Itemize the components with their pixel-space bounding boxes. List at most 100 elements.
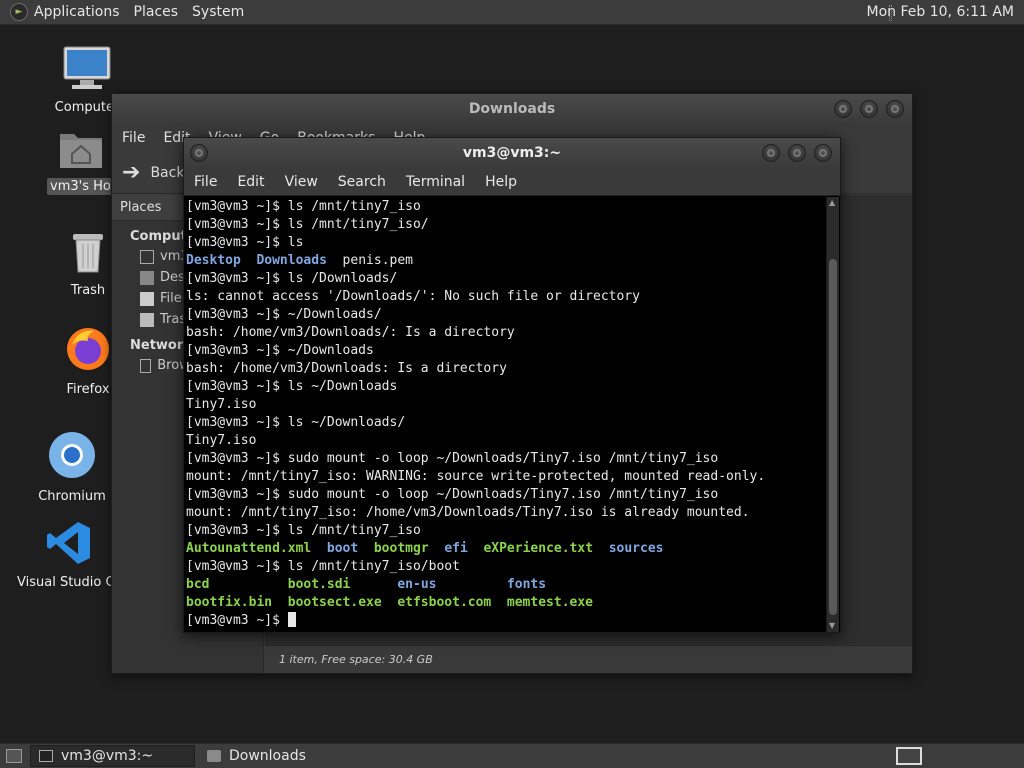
terminal-titlebar[interactable]: vm3@vm3:~: [184, 138, 840, 168]
minimize-button[interactable]: [762, 144, 780, 162]
status-bar: 1 item, Free space: 30.4 GB: [265, 645, 912, 673]
circle-icon: [195, 149, 203, 157]
menu-places[interactable]: Places: [134, 4, 179, 20]
menu-file[interactable]: File: [194, 174, 217, 190]
circle-icon: [865, 105, 873, 113]
terminal-text: fonts: [506, 577, 547, 592]
terminal-text: Tiny7.iso: [186, 433, 257, 448]
taskbar-item-downloads[interactable]: Downloads: [199, 745, 364, 767]
terminal-text: [vm3@vm3 ~]$: [186, 613, 288, 628]
terminal-text: [vm3@vm3 ~]$ ls /mnt/tiny7_iso: [186, 523, 421, 538]
taskbar-item-terminal[interactable]: vm3@vm3:~: [30, 745, 195, 767]
terminal-window[interactable]: vm3@vm3:~ File Edit View Search Terminal…: [183, 137, 841, 633]
terminal-text: [vm3@vm3 ~]$ ls: [186, 235, 304, 250]
terminal-line: [vm3@vm3 ~]$ ls ~/Downloads: [186, 378, 827, 396]
circle-icon: [793, 149, 801, 157]
scrollbar-thumb[interactable]: [829, 259, 837, 615]
menu-edit[interactable]: Edit: [237, 174, 264, 190]
terminal-line: bash: /home/vm3/Downloads: Is a director…: [186, 360, 827, 378]
terminal-text: en-us: [397, 577, 437, 592]
terminal-scrollbar[interactable]: ▲ ▼: [826, 197, 839, 632]
terminal-line: [vm3@vm3 ~]$ ~/Downloads/: [186, 306, 827, 324]
bottom-panel: vm3@vm3:~ Downloads: [0, 743, 1024, 768]
chromium-icon: [49, 432, 95, 478]
menu-terminal[interactable]: Terminal: [406, 174, 465, 190]
terminal-text: bootfix.bin: [186, 595, 273, 610]
clock[interactable]: Mon Feb 10, 6:11 AM: [867, 4, 1014, 20]
menu-help[interactable]: Help: [485, 174, 517, 190]
terminal-text: Autounattend.xml: [186, 541, 312, 556]
desktop-icon-home[interactable]: vm3's Home: [47, 128, 135, 195]
circle-icon: [767, 149, 775, 157]
desktop-icon-label: Chromium: [38, 489, 106, 504]
computer-icon: [63, 46, 111, 89]
terminal-text: [vm3@vm3 ~]$ ls /mnt/tiny7_iso/: [186, 217, 429, 232]
terminal-line: [vm3@vm3 ~]$: [186, 612, 827, 630]
terminal-line: [vm3@vm3 ~]$ ls /mnt/tiny7_iso: [186, 198, 827, 216]
terminal-text: [vm3@vm3 ~]$ ls /mnt/tiny7_iso: [186, 199, 421, 214]
terminal-line: bootfix.bin bootsect.exe etfsboot.com me…: [186, 594, 827, 612]
back-arrow-icon[interactable]: ➔: [122, 160, 140, 185]
terminal-cursor: [287, 612, 296, 627]
terminal-menubar: File Edit View Search Terminal Help: [184, 168, 840, 196]
taskbar-item-label: Downloads: [229, 748, 306, 764]
menu-system[interactable]: System: [192, 4, 244, 20]
menu-applications[interactable]: Applications: [34, 4, 120, 20]
distro-logo-icon[interactable]: ►: [10, 3, 28, 21]
show-desktop-icon[interactable]: [6, 749, 22, 763]
menu-search[interactable]: Search: [338, 174, 386, 190]
terminal-line: [vm3@vm3 ~]$ sudo mount -o loop ~/Downlo…: [186, 486, 827, 504]
workspace-switcher[interactable]: [896, 747, 922, 765]
network-icon: [140, 358, 152, 373]
terminal-line: mount: /mnt/tiny7_iso: WARNING: source w…: [186, 468, 827, 486]
terminal-text: mount: /mnt/tiny7_iso: WARNING: source w…: [186, 469, 766, 484]
terminal-text: Tiny7.iso: [186, 397, 257, 412]
file-manager-titlebar[interactable]: Downloads: [112, 94, 912, 124]
terminal-line: Tiny7.iso: [186, 396, 827, 414]
terminal-text: mount: /mnt/tiny7_iso: /home/vm3/Downloa…: [186, 505, 750, 520]
terminal-text: bash: /home/vm3/Downloads/: Is a directo…: [186, 325, 515, 340]
close-button[interactable]: [814, 144, 832, 162]
menu-file[interactable]: File: [122, 130, 145, 146]
terminal-text: memtest.exe: [506, 595, 593, 610]
taskbar-item-label: vm3@vm3:~: [61, 748, 154, 764]
terminal-line: [vm3@vm3 ~]$ ls: [186, 234, 827, 252]
circle-icon: [839, 105, 847, 113]
back-button[interactable]: Back: [150, 165, 184, 181]
terminal-text: bcd: [186, 577, 210, 592]
desktop-icon-chromium[interactable]: Chromium: [32, 430, 112, 505]
terminal-text: penis.pem: [326, 253, 413, 268]
terminal-text: ls: cannot access '/Downloads/': No such…: [186, 289, 640, 304]
terminal-text: [vm3@vm3 ~]$ ~/Downloads/: [186, 307, 382, 322]
close-button[interactable]: [886, 100, 904, 118]
terminal-text: boot.sdi: [287, 577, 351, 592]
circle-icon: [819, 149, 827, 157]
terminal-text: efi: [444, 541, 468, 556]
terminal-text: [vm3@vm3 ~]$ ~/Downloads: [186, 343, 374, 358]
terminal-line: [vm3@vm3 ~]$ ls ~/Downloads/: [186, 414, 827, 432]
terminal-text: [vm3@vm3 ~]$ sudo mount -o loop ~/Downlo…: [186, 451, 719, 466]
terminal-line: ls: cannot access '/Downloads/': No such…: [186, 288, 827, 306]
window-menu-button[interactable]: [190, 144, 208, 162]
terminal-text: bash: /home/vm3/Downloads: Is a director…: [186, 361, 507, 376]
minimize-button[interactable]: [834, 100, 852, 118]
terminal-line: bash: /home/vm3/Downloads/: Is a directo…: [186, 324, 827, 342]
menu-view[interactable]: View: [285, 174, 318, 190]
maximize-button[interactable]: [788, 144, 806, 162]
scroll-up-icon[interactable]: ▲: [829, 199, 837, 207]
trash-icon: [73, 234, 103, 273]
maximize-button[interactable]: [860, 100, 878, 118]
terminal-output[interactable]: [vm3@vm3 ~]$ ls /mnt/tiny7_iso [vm3@vm3 ~…: [185, 197, 827, 632]
terminal-line: [vm3@vm3 ~]$ ls /mnt/tiny7_iso: [186, 522, 827, 540]
scroll-down-icon[interactable]: ▼: [829, 622, 837, 630]
terminal-text: Desktop: [186, 253, 241, 268]
desktop-icon-vscode[interactable]: Visual Studio Code: [14, 520, 139, 591]
